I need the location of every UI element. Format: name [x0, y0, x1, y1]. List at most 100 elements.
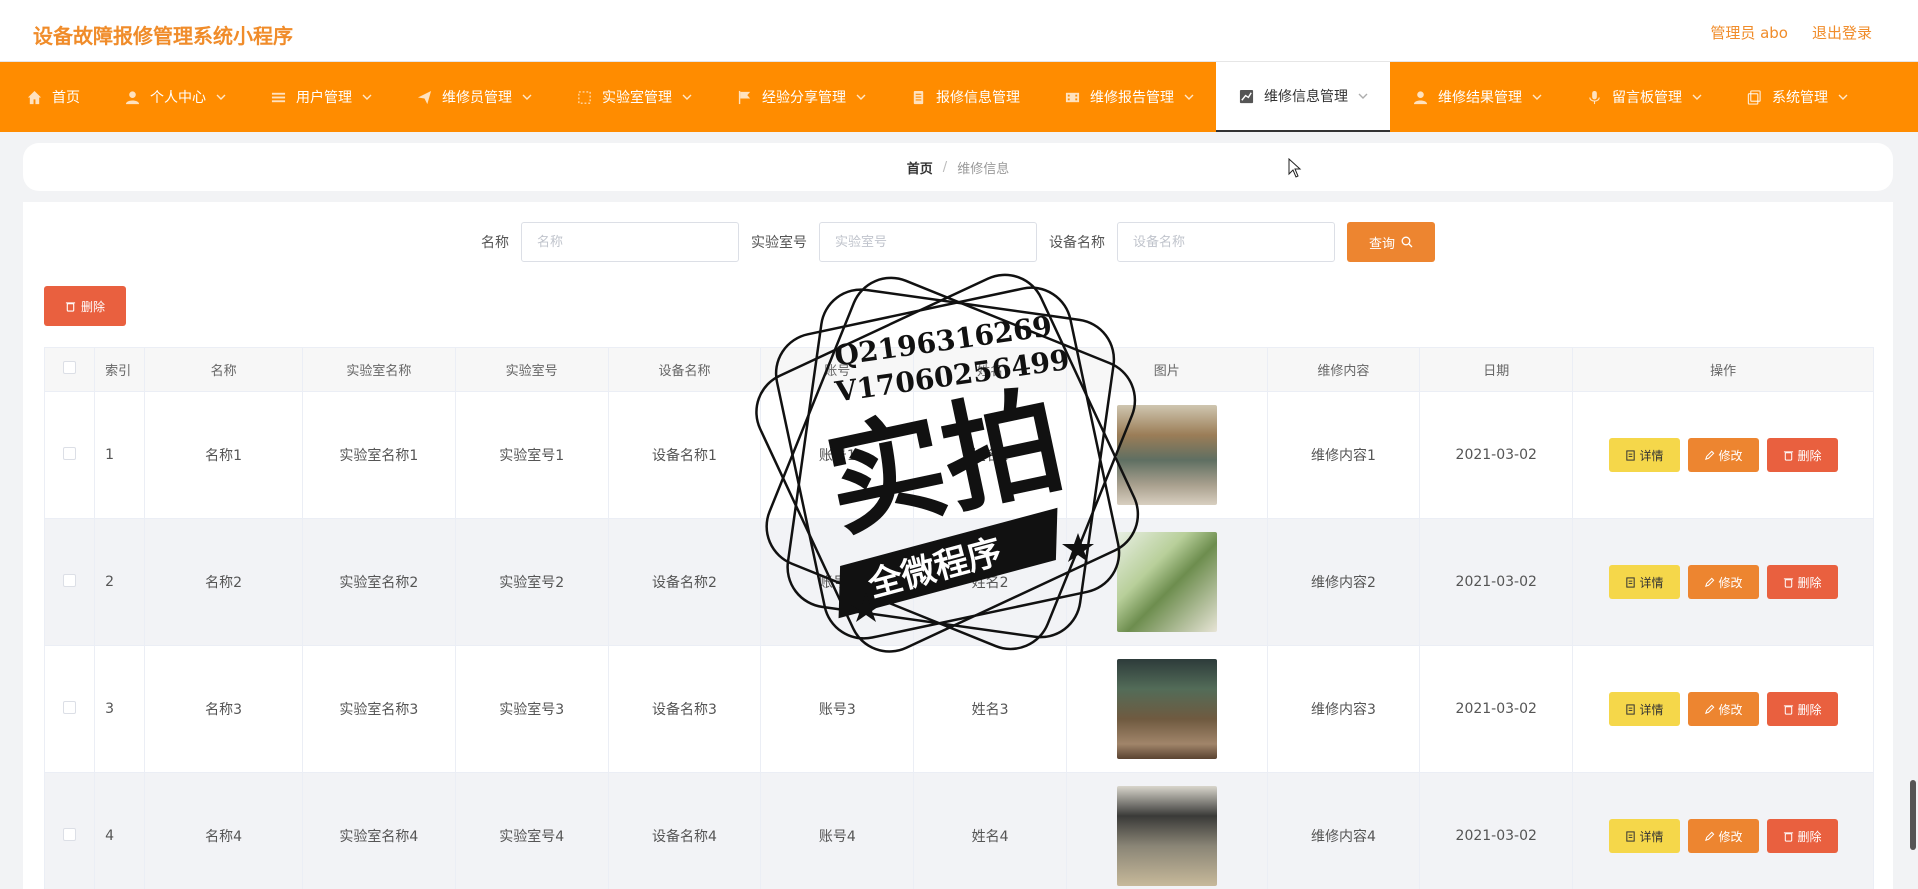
classroom-photo[interactable] [1116, 786, 1217, 886]
detail-label: 详情 [1639, 829, 1664, 844]
table-row: 2 名称2 实验室名称2 实验室号2 设备名称2 账号2 姓名2 维修内容2 2… [43, 518, 1874, 646]
header-device: 设备名称 [607, 347, 762, 392]
delete-button[interactable]: 删除 [1766, 819, 1838, 853]
nav-label: 维修结果管理 [1438, 90, 1522, 106]
pencil-icon [1704, 450, 1714, 460]
delete-label: 删除 [1797, 448, 1822, 463]
row-checkbox[interactable] [63, 573, 77, 587]
nav-item-message-board[interactable]: 留言板管理 [1564, 62, 1724, 132]
cell-account: 账号4 [760, 772, 915, 889]
home-icon [26, 89, 42, 105]
cell-content: 维修内容2 [1266, 518, 1421, 646]
nav-item-repairers[interactable]: 维修员管理 [394, 62, 554, 132]
row-checkbox[interactable] [63, 700, 77, 714]
trash-icon [1783, 450, 1793, 461]
header-date: 日期 [1419, 347, 1574, 392]
trash-icon [1783, 704, 1793, 715]
delete-button[interactable]: 删除 [1766, 565, 1838, 599]
nav-item-labs[interactable]: 实验室管理 [554, 62, 714, 132]
classroom-photo[interactable] [1116, 405, 1217, 505]
chart-icon [1238, 88, 1254, 104]
cell-person: 姓名2 [913, 518, 1068, 646]
bulk-delete-button[interactable]: 删除 [44, 286, 126, 326]
cell-content: 维修内容4 [1266, 772, 1421, 889]
edit-button[interactable]: 修改 [1687, 438, 1759, 472]
edit-label: 修改 [1718, 575, 1743, 590]
device-input[interactable] [1117, 222, 1335, 262]
user-area: 管理员 abo 退出登录 [1710, 22, 1872, 43]
chevron-down-icon [1358, 91, 1368, 101]
chevron-down-icon [856, 92, 866, 102]
select-all-cell [43, 347, 96, 392]
delete-button[interactable]: 删除 [1766, 692, 1838, 726]
nav-item-repair-results[interactable]: 维修结果管理 [1390, 62, 1564, 132]
row-select-cell [43, 518, 96, 646]
header-person: 姓名 [913, 347, 1068, 392]
classroom-photo[interactable] [1116, 659, 1217, 759]
breadcrumb-home[interactable]: 首页 [907, 158, 933, 177]
row-checkbox[interactable] [63, 446, 77, 460]
search-form: 名称 实验室号 设备名称 查询 [23, 222, 1893, 262]
nav-label: 留言板管理 [1612, 90, 1682, 106]
cell-device: 设备名称2 [607, 518, 762, 646]
cell-device: 设备名称4 [607, 772, 762, 889]
nav-item-repair-info[interactable]: 维修信息管理 [1216, 62, 1390, 132]
query-button[interactable]: 查询 [1347, 222, 1435, 262]
scrollbar-thumb[interactable] [1910, 780, 1916, 850]
detail-button[interactable]: 详情 [1608, 565, 1680, 599]
cell-room: 实验室号2 [454, 518, 609, 646]
breadcrumb-separator: / [942, 159, 948, 175]
copy-icon [1746, 89, 1762, 105]
nav-label: 维修信息管理 [1264, 89, 1348, 105]
nav-item-repair-requests[interactable]: 报修信息管理 [888, 62, 1042, 132]
delete-label: 删除 [1797, 575, 1822, 590]
nav-item-experience[interactable]: 经验分享管理 [714, 62, 888, 132]
cell-name: 名称3 [144, 645, 303, 773]
cell-lab-name: 实验室名称1 [301, 391, 456, 519]
nav-item-home[interactable]: 首页 [4, 62, 102, 132]
classroom-photo[interactable] [1116, 532, 1217, 632]
cell-account: 账号2 [760, 518, 915, 646]
cell-date: 2021-03-02 [1419, 391, 1574, 519]
cell-image [1066, 645, 1268, 773]
breadcrumb-current: 维修信息 [957, 161, 1010, 177]
current-user[interactable]: 管理员 abo [1710, 22, 1788, 43]
delete-button[interactable]: 删除 [1766, 438, 1838, 472]
cell-image [1066, 772, 1268, 889]
cell-actions: 详情 修改 删除 [1572, 645, 1874, 773]
nav-item-repair-reports[interactable]: 维修报告管理 [1042, 62, 1216, 132]
edit-button[interactable]: 修改 [1687, 819, 1759, 853]
cell-person: 姓名4 [913, 772, 1068, 889]
breadcrumb: 首页 / 维修信息 [23, 143, 1893, 191]
edit-button[interactable]: 修改 [1687, 565, 1759, 599]
name-input[interactable] [521, 222, 739, 262]
pencil-icon [1704, 704, 1714, 714]
header-name: 名称 [144, 347, 303, 392]
nav-item-personal[interactable]: 个人中心 [102, 62, 248, 132]
nav-label: 个人中心 [150, 90, 206, 106]
detail-button[interactable]: 详情 [1608, 692, 1680, 726]
edit-button[interactable]: 修改 [1687, 692, 1759, 726]
doc-icon [1625, 449, 1635, 461]
doc-icon [1625, 576, 1635, 588]
row-select-cell [43, 391, 96, 519]
nav-item-system[interactable]: 系统管理 [1724, 62, 1870, 132]
doc-icon [1625, 830, 1635, 842]
row-checkbox[interactable] [63, 827, 77, 841]
cell-content: 维修内容1 [1266, 391, 1421, 519]
table-header-row: 索引 名称 实验室名称 实验室号 设备名称 账号 姓名 图片 维修内容 日期 操… [43, 347, 1874, 392]
search-icon [1401, 236, 1413, 248]
cell-actions: 详情 修改 删除 [1572, 772, 1874, 889]
logout-link[interactable]: 退出登录 [1812, 22, 1872, 43]
room-input[interactable] [819, 222, 1037, 262]
film-icon [1064, 89, 1080, 105]
cell-image [1066, 518, 1268, 646]
detail-button[interactable]: 详情 [1608, 819, 1680, 853]
detail-button[interactable]: 详情 [1608, 438, 1680, 472]
repair-info-table: 索引 名称 实验室名称 实验室号 设备名称 账号 姓名 图片 维修内容 日期 操… [43, 347, 1874, 889]
nav-label: 经验分享管理 [762, 90, 846, 106]
select-all-checkbox[interactable] [63, 361, 77, 374]
nav-item-users[interactable]: 用户管理 [248, 62, 394, 132]
cell-date: 2021-03-02 [1419, 772, 1574, 889]
nav-label: 维修报告管理 [1090, 90, 1174, 106]
